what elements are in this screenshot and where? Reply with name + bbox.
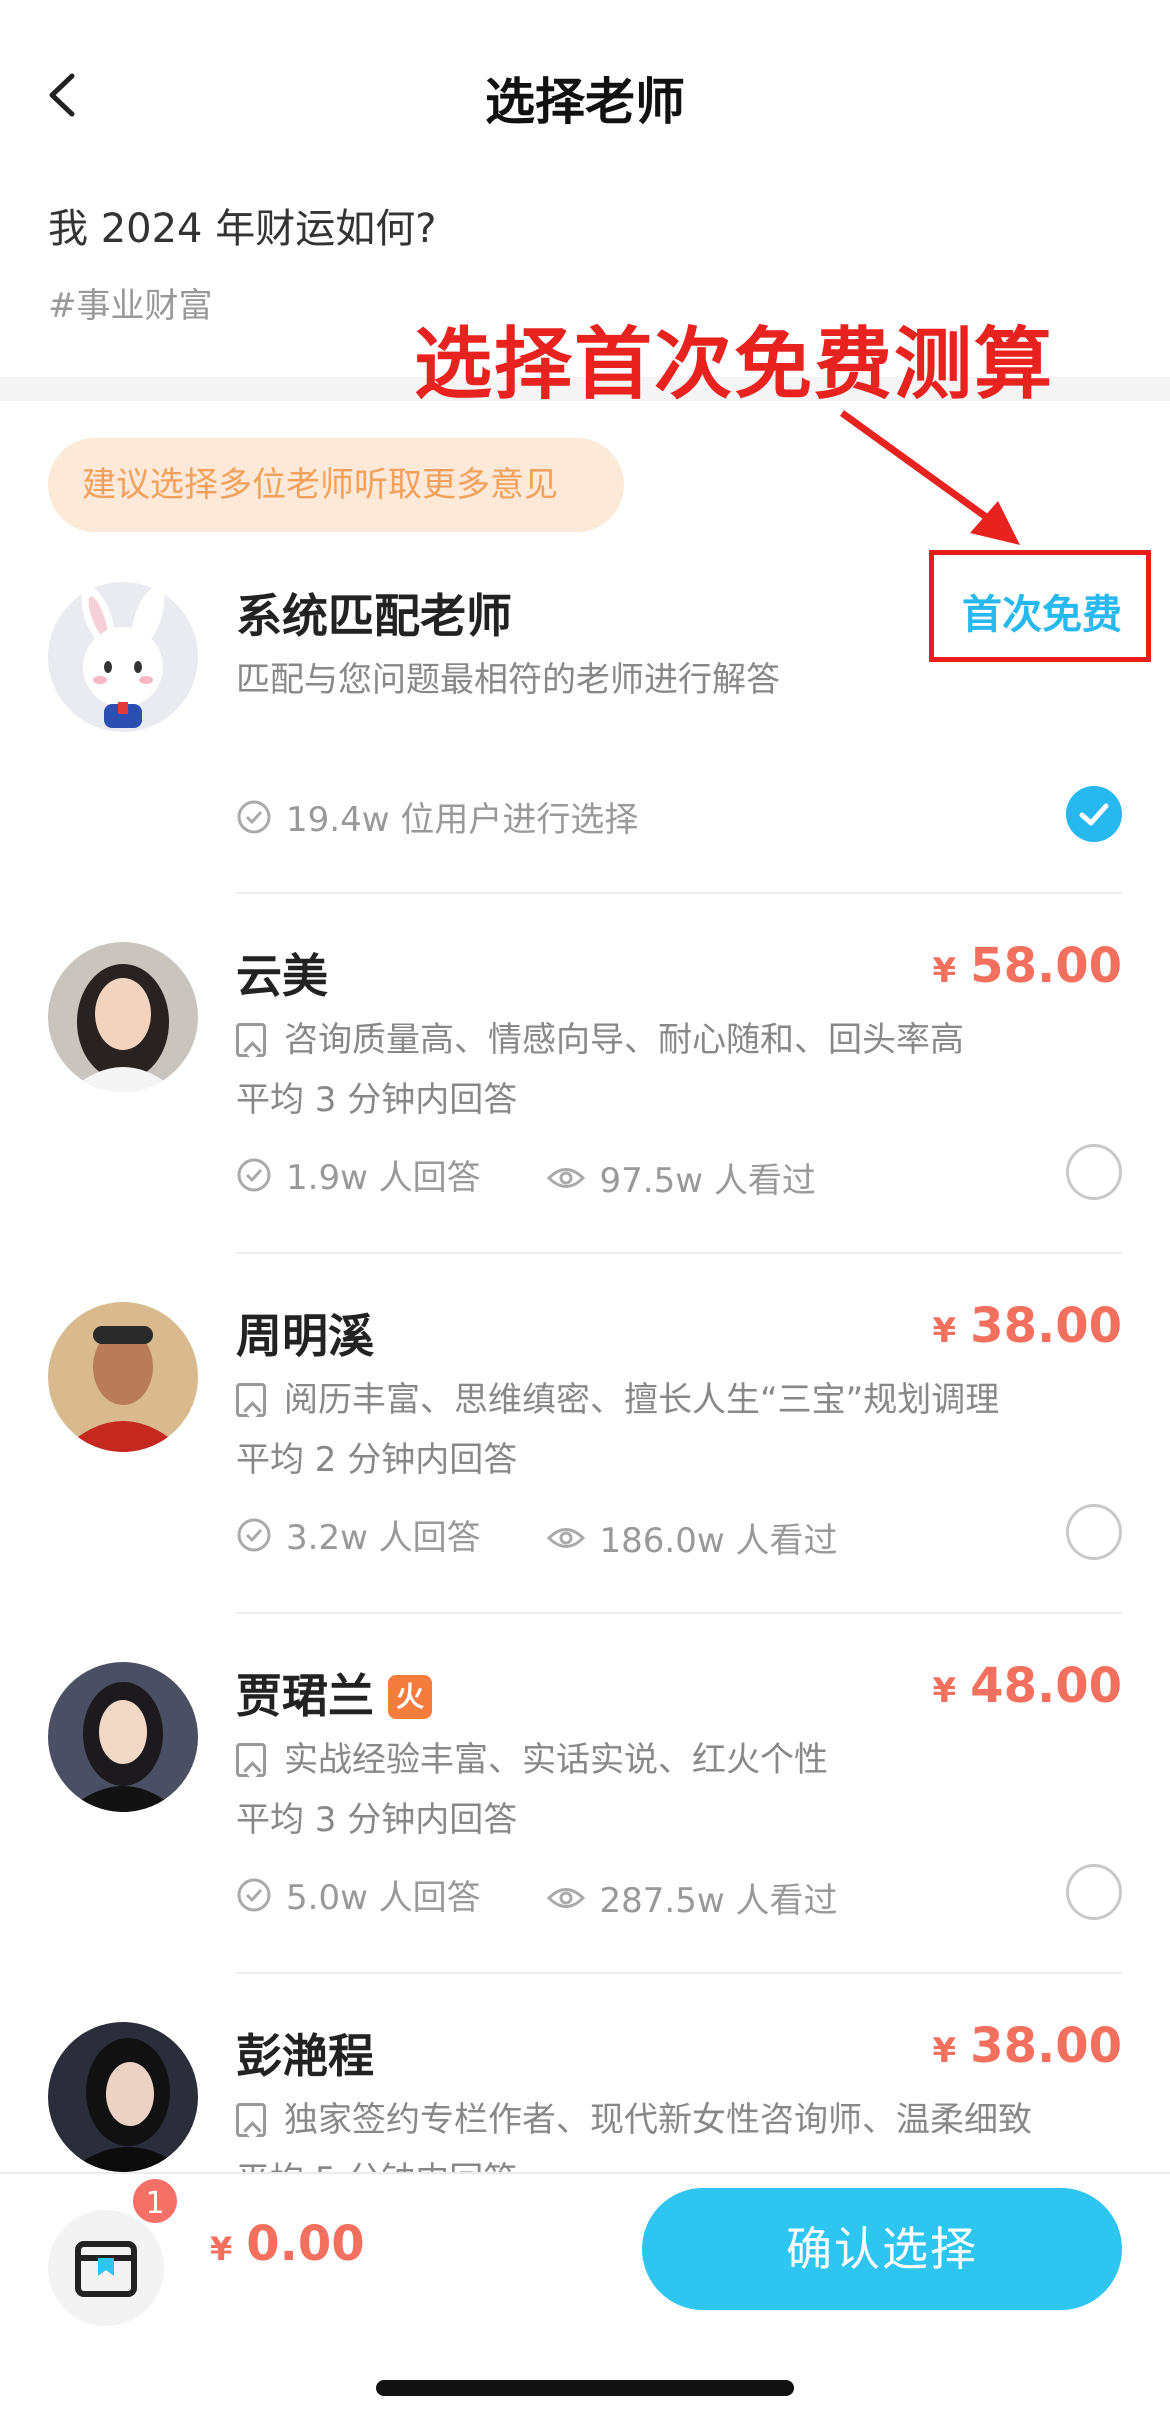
teacher-select-radio[interactable] bbox=[1066, 1864, 1122, 1920]
total-price: ¥0.00 bbox=[210, 2216, 365, 2272]
question-text: 我 2024 年财运如何? bbox=[48, 206, 437, 252]
teacher-desc: 独家签约专栏作者、现代新女性咨询师、温柔细致 bbox=[236, 2092, 1032, 2141]
divider bbox=[236, 1972, 1122, 1974]
free-first-badge: 首次免费 bbox=[962, 592, 1122, 638]
views-stat: 186.0w 人看过 bbox=[546, 1513, 837, 1562]
answers-stat: 5.0w 人回答 bbox=[236, 1870, 481, 1919]
teacher-avatar bbox=[48, 2022, 198, 2172]
teacher-name: 周明溪 bbox=[236, 1309, 374, 1363]
users-stat: 19.4w 位用户进行选择 bbox=[236, 792, 638, 841]
teacher-select-radio[interactable] bbox=[1066, 1504, 1122, 1560]
annotation-text: 选择首次免费测算 bbox=[414, 320, 1055, 410]
teacher-desc: 实战经验丰富、实话实说、红火个性 bbox=[236, 1732, 828, 1781]
check-circle-icon bbox=[237, 1878, 271, 1911]
nav-bar: 选择老师 bbox=[0, 0, 1170, 190]
cart-count-badge: 1 bbox=[130, 2176, 180, 2226]
bottom-bar: 1 ¥0.00 确认选择 bbox=[0, 2172, 1170, 2419]
teacher-name: 彭滟程 bbox=[236, 2029, 374, 2083]
teacher-select-radio[interactable] bbox=[1066, 1144, 1122, 1200]
teacher-card[interactable]: 周明溪 ¥38.00 阅历丰富、思维缜密、擅长人生“三宝”规划调理 平均 2 分… bbox=[0, 1298, 1170, 1662]
question-tag: #事业财富 bbox=[48, 286, 213, 326]
system-select-radio[interactable] bbox=[1066, 786, 1122, 842]
system-subtitle: 匹配与您问题最相符的老师进行解答 bbox=[236, 660, 780, 700]
teacher-name: 贾珺兰火 bbox=[236, 1660, 432, 1726]
bookmark-icon bbox=[236, 1743, 266, 1777]
system-avatar bbox=[48, 582, 198, 732]
teacher-avatar bbox=[48, 1302, 198, 1452]
teacher-avatar bbox=[48, 1662, 198, 1812]
teacher-price: ¥58.00 bbox=[932, 938, 1123, 994]
eye-icon bbox=[546, 1887, 585, 1908]
teacher-price: ¥38.00 bbox=[932, 2018, 1123, 2074]
annotation-arrow-icon bbox=[839, 410, 1020, 545]
teacher-avatar bbox=[48, 942, 198, 1092]
views-stat: 97.5w 人看过 bbox=[546, 1153, 816, 1202]
teacher-desc: 咨询质量高、情感向导、耐心随和、回头率高 bbox=[236, 1012, 964, 1061]
eye-icon bbox=[546, 1527, 585, 1548]
eye-icon bbox=[546, 1167, 585, 1188]
check-circle-icon bbox=[237, 1158, 271, 1191]
teacher-price: ¥48.00 bbox=[932, 1658, 1123, 1714]
confirm-button[interactable]: 确认选择 bbox=[642, 2188, 1122, 2310]
users-count: 19.4w 位用户进行选择 bbox=[286, 800, 639, 840]
divider bbox=[236, 1252, 1122, 1254]
check-circle-icon bbox=[237, 800, 271, 833]
teacher-response-time: 平均 3 分钟内回答 bbox=[236, 1080, 518, 1120]
answers-stat: 1.9w 人回答 bbox=[236, 1150, 481, 1199]
system-match-card[interactable]: 系统匹配老师 匹配与您问题最相符的老师进行解答 首次免费 19.4w 位用户进行… bbox=[0, 582, 1170, 942]
teacher-card[interactable]: 贾珺兰火 ¥48.00 实战经验丰富、实话实说、红火个性 平均 3 分钟内回答 … bbox=[0, 1658, 1170, 2022]
cart-box-icon bbox=[75, 2241, 137, 2297]
divider bbox=[236, 1612, 1122, 1614]
teacher-desc: 阅历丰富、思维缜密、擅长人生“三宝”规划调理 bbox=[236, 1372, 999, 1421]
views-stat: 287.5w 人看过 bbox=[546, 1873, 837, 1922]
checkmark-icon bbox=[1079, 803, 1109, 826]
teacher-response-time: 平均 3 分钟内回答 bbox=[236, 1800, 518, 1840]
divider bbox=[236, 892, 1122, 894]
teacher-name: 云美 bbox=[236, 949, 328, 1003]
bookmark-icon bbox=[236, 2103, 266, 2137]
answers-stat: 3.2w 人回答 bbox=[236, 1510, 481, 1559]
bookmark-icon bbox=[236, 1023, 266, 1057]
hint-banner: 建议选择多位老师听取更多意见 bbox=[48, 438, 624, 532]
home-indicator bbox=[376, 2380, 794, 2396]
bookmark-icon bbox=[236, 1383, 266, 1417]
teacher-response-time: 平均 2 分钟内回答 bbox=[236, 1440, 518, 1480]
teacher-card[interactable]: 云美 ¥58.00 咨询质量高、情感向导、耐心随和、回头率高 平均 3 分钟内回… bbox=[0, 938, 1170, 1302]
cart-button[interactable] bbox=[48, 2210, 164, 2326]
system-name: 系统匹配老师 bbox=[236, 589, 512, 643]
page-title: 选择老师 bbox=[485, 73, 685, 131]
check-circle-icon bbox=[237, 1518, 271, 1551]
teacher-price: ¥38.00 bbox=[932, 1298, 1123, 1354]
hot-badge: 火 bbox=[388, 1675, 432, 1719]
